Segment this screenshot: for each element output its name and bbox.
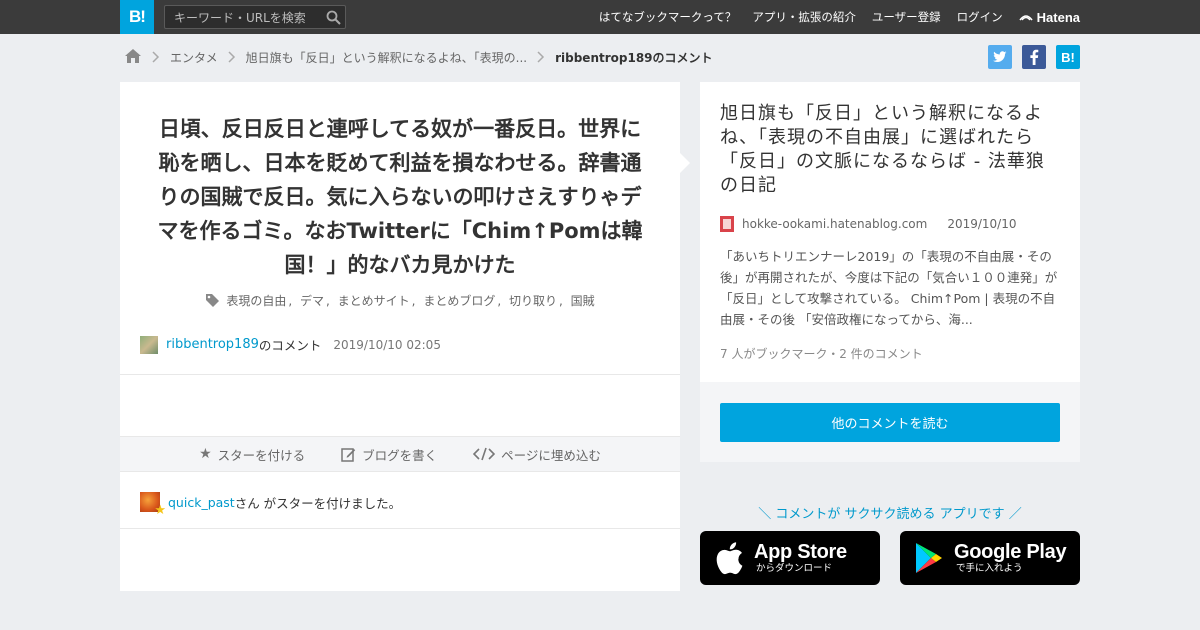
apple-icon [716, 542, 743, 575]
hatena-brand-label: Hatena [1036, 9, 1080, 25]
google-play-label: Google Play [954, 541, 1067, 563]
code-icon [473, 447, 496, 461]
tag-item[interactable]: デマ [300, 292, 324, 309]
nav-apps[interactable]: アプリ・拡張の紹介 [752, 9, 856, 25]
google-play-sublabel: で手に入れよう [956, 563, 1023, 574]
write-blog-button[interactable]: ブログを書く [341, 445, 437, 464]
entry-date: 2019/10/10 [947, 217, 1017, 231]
twitter-share-button[interactable] [988, 45, 1012, 69]
breadcrumb-entry[interactable]: 旭日旗も「反日」という解釈になるよね、「表現の... [246, 49, 527, 66]
write-blog-label: ブログを書く [362, 447, 438, 463]
author-username[interactable]: ribbentrop189 [166, 337, 259, 352]
star-icon: ★ [199, 446, 212, 462]
google-play-badge[interactable]: Google Play で手に入れよう [900, 531, 1080, 585]
embed-button[interactable]: ページに埋め込む [473, 445, 601, 464]
edit-icon [341, 447, 356, 462]
tag-item[interactable]: まとめブログ [423, 292, 495, 309]
divider [120, 528, 680, 529]
top-bar: B! キーワード・URLを検索 はてなブックマークって？ アプリ・拡張の紹介 ユ… [0, 0, 1200, 34]
entry-card: 旭日旗も「反日」という解釈になるよね、「表現の不自由展」に選ばれたら「反日」の文… [700, 82, 1080, 382]
avatar[interactable] [140, 335, 158, 354]
star-notification: ★ quick_past さん がスターを付けました。 [140, 492, 402, 518]
chevron-right-icon [150, 51, 162, 63]
comment-text: 日頃、反日反日と連呼してる奴が一番反日。世界に恥を晒し、日本を貶めて利益を損なわ… [157, 117, 643, 277]
comment-datetime: 2019/10/10 02:05 [333, 337, 441, 352]
breadcrumb: エンタメ 旭日旗も「反日」という解釈になるよね、「表現の... ribbentr… [124, 47, 713, 67]
hatena-bookmark-logo[interactable]: B! [120, 0, 154, 34]
action-bar: ★ スターを付ける ブログを書く ページに埋め込む [120, 436, 680, 472]
breadcrumb-current: ribbentrop189のコメント [555, 50, 713, 65]
read-comments-button[interactable]: 他のコメントを読む [720, 403, 1060, 442]
facebook-share-button[interactable] [1022, 45, 1046, 69]
comment-author: ribbentrop189 のコメント 2019/10/10 02:05 [140, 335, 441, 354]
nav-register[interactable]: ユーザー登録 [872, 9, 941, 25]
tag-separator: , [288, 293, 293, 308]
nav-about[interactable]: はてなブックマークって？ [599, 9, 736, 25]
entry-title[interactable]: 旭日旗も「反日」という解釈になるよね、「表現の不自由展」に選ばれたら「反日」の文… [720, 102, 1060, 198]
star-icon: ★ [154, 503, 166, 518]
entry-source: hokke-ookami.hatenablog.com 2019/10/10 [720, 216, 1017, 232]
tag-list: 表現の自由, デマ, まとめサイト, まとめブログ, 切り取り, 国賊 [120, 292, 680, 309]
app-store-badge[interactable]: App Store からダウンロード [700, 531, 880, 585]
embed-label: ページに埋め込む [501, 447, 601, 463]
app-store-sublabel: からダウンロード [756, 563, 833, 574]
starrer-username[interactable]: quick_past [168, 495, 235, 510]
star-notification-text: さん がスターを付けました。 [234, 495, 402, 511]
store-badges: App Store からダウンロード Google Play で手に入れよう [700, 531, 1080, 585]
tag-item[interactable]: 国賊 [571, 292, 595, 309]
starrer-avatar[interactable]: ★ [140, 492, 166, 518]
google-play-icon [916, 543, 942, 573]
comment-card: 日頃、反日反日と連呼してる奴が一番反日。世界に恥を晒し、日本を貶めて利益を損なわ… [120, 82, 680, 591]
card-pointer [680, 153, 690, 173]
read-more-area: 他のコメントを読む [700, 382, 1080, 462]
app-promo-text: ＼ コメントが サクサク読める アプリです ／ [758, 507, 1022, 522]
entry-description: 「あいちトリエンナーレ2019」の「表現の不自由展・その後」が再開されたが、今度… [720, 249, 1058, 327]
top-nav: はてなブックマークって？ アプリ・拡張の紹介 ユーザー登録 ログイン Haten… [599, 0, 1080, 34]
add-star-button[interactable]: ★ スターを付ける [199, 445, 305, 464]
entry-counts[interactable]: 7 人がブックマーク・2 件のコメント [720, 345, 923, 362]
breadcrumb-category[interactable]: エンタメ [170, 49, 218, 66]
add-star-label: スターを付ける [217, 447, 306, 463]
entry-site[interactable]: hokke-ookami.hatenablog.com [742, 217, 927, 231]
search-box[interactable]: キーワード・URLを検索 [164, 5, 346, 29]
search-placeholder[interactable]: キーワード・URLを検索 [174, 9, 321, 26]
hatena-icon [1019, 15, 1033, 21]
tag-item[interactable]: 切り取り [509, 292, 557, 309]
tag-separator: , [411, 293, 416, 308]
chevron-right-icon [226, 51, 238, 63]
author-suffix: のコメント [258, 338, 322, 353]
tag-icon [205, 293, 220, 308]
tag-separator: , [559, 293, 563, 308]
hatena-share-button[interactable]: B! [1056, 45, 1080, 69]
search-icon[interactable] [321, 5, 345, 29]
chevron-right-icon [535, 51, 547, 63]
facebook-icon [1030, 49, 1039, 65]
tag-separator: , [497, 293, 502, 308]
site-favicon [720, 216, 734, 232]
tag-item[interactable]: 表現の自由 [226, 292, 286, 309]
home-icon[interactable] [124, 48, 142, 67]
tag-separator: , [326, 293, 330, 308]
app-store-label: App Store [754, 541, 847, 563]
divider [120, 374, 680, 375]
twitter-icon [993, 51, 1007, 62]
tag-item[interactable]: まとめサイト [338, 292, 410, 309]
nav-login[interactable]: ログイン [957, 9, 1003, 25]
hatena-brand[interactable]: Hatena [1019, 10, 1080, 25]
share-buttons: B! [988, 45, 1080, 69]
